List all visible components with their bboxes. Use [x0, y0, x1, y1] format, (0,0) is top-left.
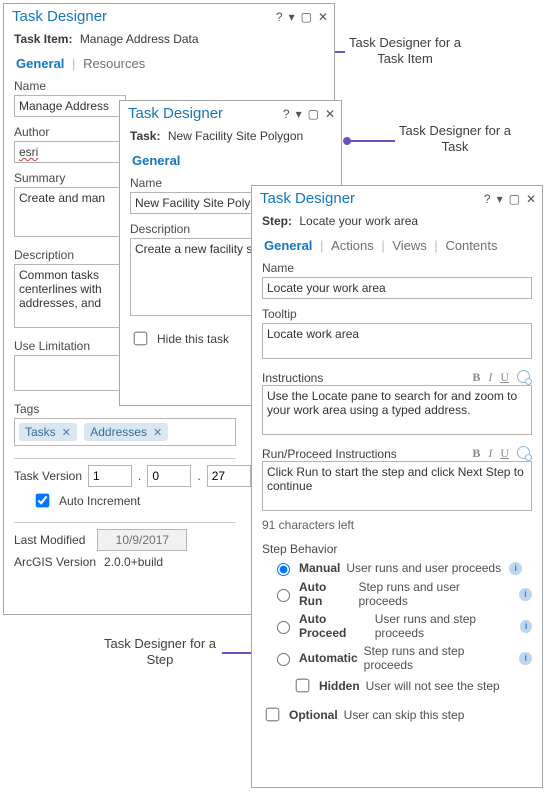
- desc-manual: User runs and user proceeds: [346, 561, 501, 575]
- tab-contents[interactable]: Contents: [443, 238, 499, 253]
- callout-2-line1: Task Designer for a: [399, 123, 511, 138]
- tag-tasks[interactable]: Tasks✕: [19, 423, 77, 441]
- desc-auto-run: Step runs and user proceeds: [358, 580, 511, 608]
- tag-remove-icon[interactable]: ✕: [62, 426, 71, 439]
- input-instructions[interactable]: Use the Locate pane to search for and zo…: [262, 385, 532, 435]
- input-version-patch[interactable]: [207, 465, 251, 487]
- checkbox-optional[interactable]: [266, 708, 280, 722]
- link-icon[interactable]: [517, 446, 530, 459]
- input-task-name[interactable]: [130, 192, 258, 214]
- step-heading-label: Step:: [262, 214, 292, 228]
- label-hidden: Hidden: [319, 679, 360, 693]
- input-version-minor[interactable]: [147, 465, 191, 487]
- label-last-modified: Last Modified: [14, 533, 85, 547]
- help-icon[interactable]: ?: [276, 11, 283, 23]
- tab-general[interactable]: General: [14, 56, 66, 71]
- info-icon[interactable]: i: [509, 562, 522, 575]
- desc-auto-proceed: User runs and step proceeds: [375, 612, 513, 640]
- callout-1-line1: Task Designer for a: [349, 35, 461, 50]
- menu-caret-icon[interactable]: ▾: [497, 193, 503, 205]
- label-task-version: Task Version: [14, 469, 82, 483]
- close-icon[interactable]: ✕: [526, 193, 536, 205]
- underline-icon[interactable]: U: [500, 370, 509, 385]
- label-run-instructions: Run/Proceed Instructions: [262, 447, 397, 461]
- desc-hidden: User will not see the step: [366, 679, 500, 693]
- checkbox-hidden[interactable]: [296, 679, 310, 693]
- label-arcgis-version: ArcGIS Version: [14, 555, 96, 569]
- checkbox-hide-task[interactable]: [134, 332, 148, 346]
- input-author[interactable]: esri: [19, 145, 38, 159]
- pane2-title: Task Designer: [128, 105, 223, 122]
- checkbox-auto-increment[interactable]: [36, 494, 50, 508]
- label-manual: Manual: [299, 561, 340, 575]
- bold-icon[interactable]: B: [472, 446, 480, 461]
- tag-addresses[interactable]: Addresses✕: [84, 423, 168, 441]
- task-item-heading-value: Manage Address Data: [80, 32, 199, 46]
- italic-icon[interactable]: I: [488, 446, 492, 461]
- task-item-heading-label: Task Item:: [14, 32, 72, 46]
- value-last-modified: 10/9/2017: [97, 529, 187, 551]
- task-heading-value: New Facility Site Polygon: [168, 129, 303, 143]
- help-icon[interactable]: ?: [484, 193, 491, 205]
- radio-auto-proceed[interactable]: [277, 621, 290, 634]
- info-icon[interactable]: i: [519, 652, 532, 665]
- radio-manual[interactable]: [277, 563, 290, 576]
- tags-container[interactable]: Tasks✕ Addresses✕: [14, 418, 236, 446]
- task-heading-label: Task:: [130, 129, 160, 143]
- input-step-name[interactable]: [262, 277, 532, 299]
- restore-icon[interactable]: ▢: [308, 108, 319, 120]
- tab-actions[interactable]: Actions: [329, 238, 376, 253]
- callout-1-line2: Task Item: [377, 51, 433, 66]
- pane1-title: Task Designer: [12, 8, 107, 25]
- callout-2-line2: Task: [442, 139, 469, 154]
- tag-remove-icon[interactable]: ✕: [153, 426, 162, 439]
- value-arcgis-version: 2.0.0+build: [104, 555, 163, 569]
- info-icon[interactable]: i: [520, 620, 532, 633]
- close-icon[interactable]: ✕: [318, 11, 328, 23]
- desc-optional: User can skip this step: [344, 708, 465, 722]
- italic-icon[interactable]: I: [488, 370, 492, 385]
- label-hide-task: Hide this task: [157, 332, 229, 346]
- help-icon[interactable]: ?: [283, 108, 290, 120]
- tab-resources[interactable]: Resources: [81, 56, 147, 71]
- input-description[interactable]: Common tasks centerlines with addresses,…: [14, 264, 126, 328]
- label-auto-increment: Auto Increment: [59, 494, 140, 508]
- label-instructions: Instructions: [262, 371, 323, 385]
- input-summary[interactable]: Create and man: [14, 187, 126, 237]
- label-optional: Optional: [289, 708, 338, 722]
- chars-left: 91 characters left: [262, 518, 532, 532]
- input-task-description[interactable]: Create a new facility s: [130, 238, 258, 316]
- pane3-title: Task Designer: [260, 190, 355, 207]
- menu-caret-icon[interactable]: ▾: [296, 108, 302, 120]
- tab-general[interactable]: General: [130, 153, 182, 168]
- tab-views[interactable]: Views: [390, 238, 428, 253]
- label-auto-run: Auto Run: [299, 580, 352, 608]
- link-icon[interactable]: [517, 370, 530, 383]
- restore-icon[interactable]: ▢: [301, 11, 312, 23]
- label-automatic: Automatic: [299, 651, 358, 665]
- menu-caret-icon[interactable]: ▾: [289, 11, 295, 23]
- input-name[interactable]: [14, 95, 126, 117]
- radio-auto-run[interactable]: [277, 589, 290, 602]
- desc-automatic: Step runs and step proceeds: [364, 644, 512, 672]
- radio-automatic[interactable]: [277, 653, 290, 666]
- callout-3-line1: Task Designer for a: [104, 636, 216, 651]
- bold-icon[interactable]: B: [472, 370, 480, 385]
- underline-icon[interactable]: U: [500, 446, 509, 461]
- info-icon[interactable]: i: [519, 588, 532, 601]
- input-tooltip[interactable]: Locate work area: [262, 323, 532, 359]
- label-name: Name: [14, 79, 324, 93]
- label-step-behavior: Step Behavior: [262, 542, 532, 556]
- step-heading-value: Locate your work area: [299, 214, 418, 228]
- tab-general[interactable]: General: [262, 238, 314, 253]
- close-icon[interactable]: ✕: [325, 108, 335, 120]
- input-version-major[interactable]: [88, 465, 132, 487]
- pane-step: Task Designer ? ▾ ▢ ✕ Step: Locate your …: [251, 185, 543, 788]
- restore-icon[interactable]: ▢: [509, 193, 520, 205]
- label-step-name: Name: [262, 261, 532, 275]
- input-run-instructions[interactable]: Click Run to start the step and click Ne…: [262, 461, 532, 511]
- callout-3-line2: Step: [147, 652, 174, 667]
- label-auto-proceed: Auto Proceed: [299, 612, 369, 640]
- label-tooltip: Tooltip: [262, 307, 532, 321]
